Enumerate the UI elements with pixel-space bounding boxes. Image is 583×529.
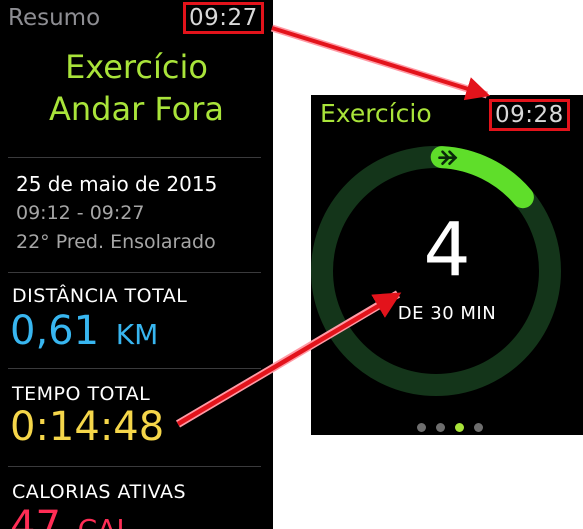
page-dot[interactable] xyxy=(417,423,426,432)
page-dot[interactable] xyxy=(474,423,483,432)
distance-label: DISTÂNCIA TOTAL xyxy=(12,285,188,307)
calories-label: CALORIAS ATIVAS xyxy=(12,481,187,503)
summary-screen: Resumo 09:27 Exercício Andar Fora 25 de … xyxy=(0,0,273,529)
divider xyxy=(8,272,261,273)
annotation-arrow-time xyxy=(270,24,489,99)
page-dot[interactable] xyxy=(455,423,464,432)
distance-metric: 0,61 KM xyxy=(10,308,158,354)
calories-metric: 47 CAL xyxy=(10,503,132,529)
divider xyxy=(8,157,261,158)
header-title[interactable]: Resumo xyxy=(8,5,100,31)
workout-time-range: 09:12 - 09:27 xyxy=(16,202,145,224)
progress-unit: DE 30 MIN xyxy=(397,303,497,324)
total-time-label: TEMPO TOTAL xyxy=(12,383,151,405)
clock-time: 09:27 xyxy=(183,2,264,34)
divider xyxy=(8,466,261,467)
distance-unit: KM xyxy=(115,318,159,351)
progress-ring-fill xyxy=(430,146,534,209)
total-time-value: 0:14:48 xyxy=(10,404,165,450)
page-dot[interactable] xyxy=(436,423,445,432)
calories-value: 47 xyxy=(10,503,61,529)
annotation-arrow-time-head xyxy=(271,26,491,101)
workout-date: 25 de maio de 2015 xyxy=(16,172,218,196)
workout-title-line2: Andar Fora xyxy=(48,90,225,128)
workout-weather: 22° Pred. Ensolarado xyxy=(16,231,216,253)
workout-progress-screen: Exercício 09:28 4 DE 30 MIN xyxy=(311,95,583,435)
progress-value: 4 xyxy=(423,207,471,293)
divider xyxy=(8,368,261,369)
calories-unit: CAL xyxy=(78,513,132,529)
distance-value: 0,61 xyxy=(10,308,100,354)
workout-title-line1: Exercício xyxy=(65,48,208,86)
